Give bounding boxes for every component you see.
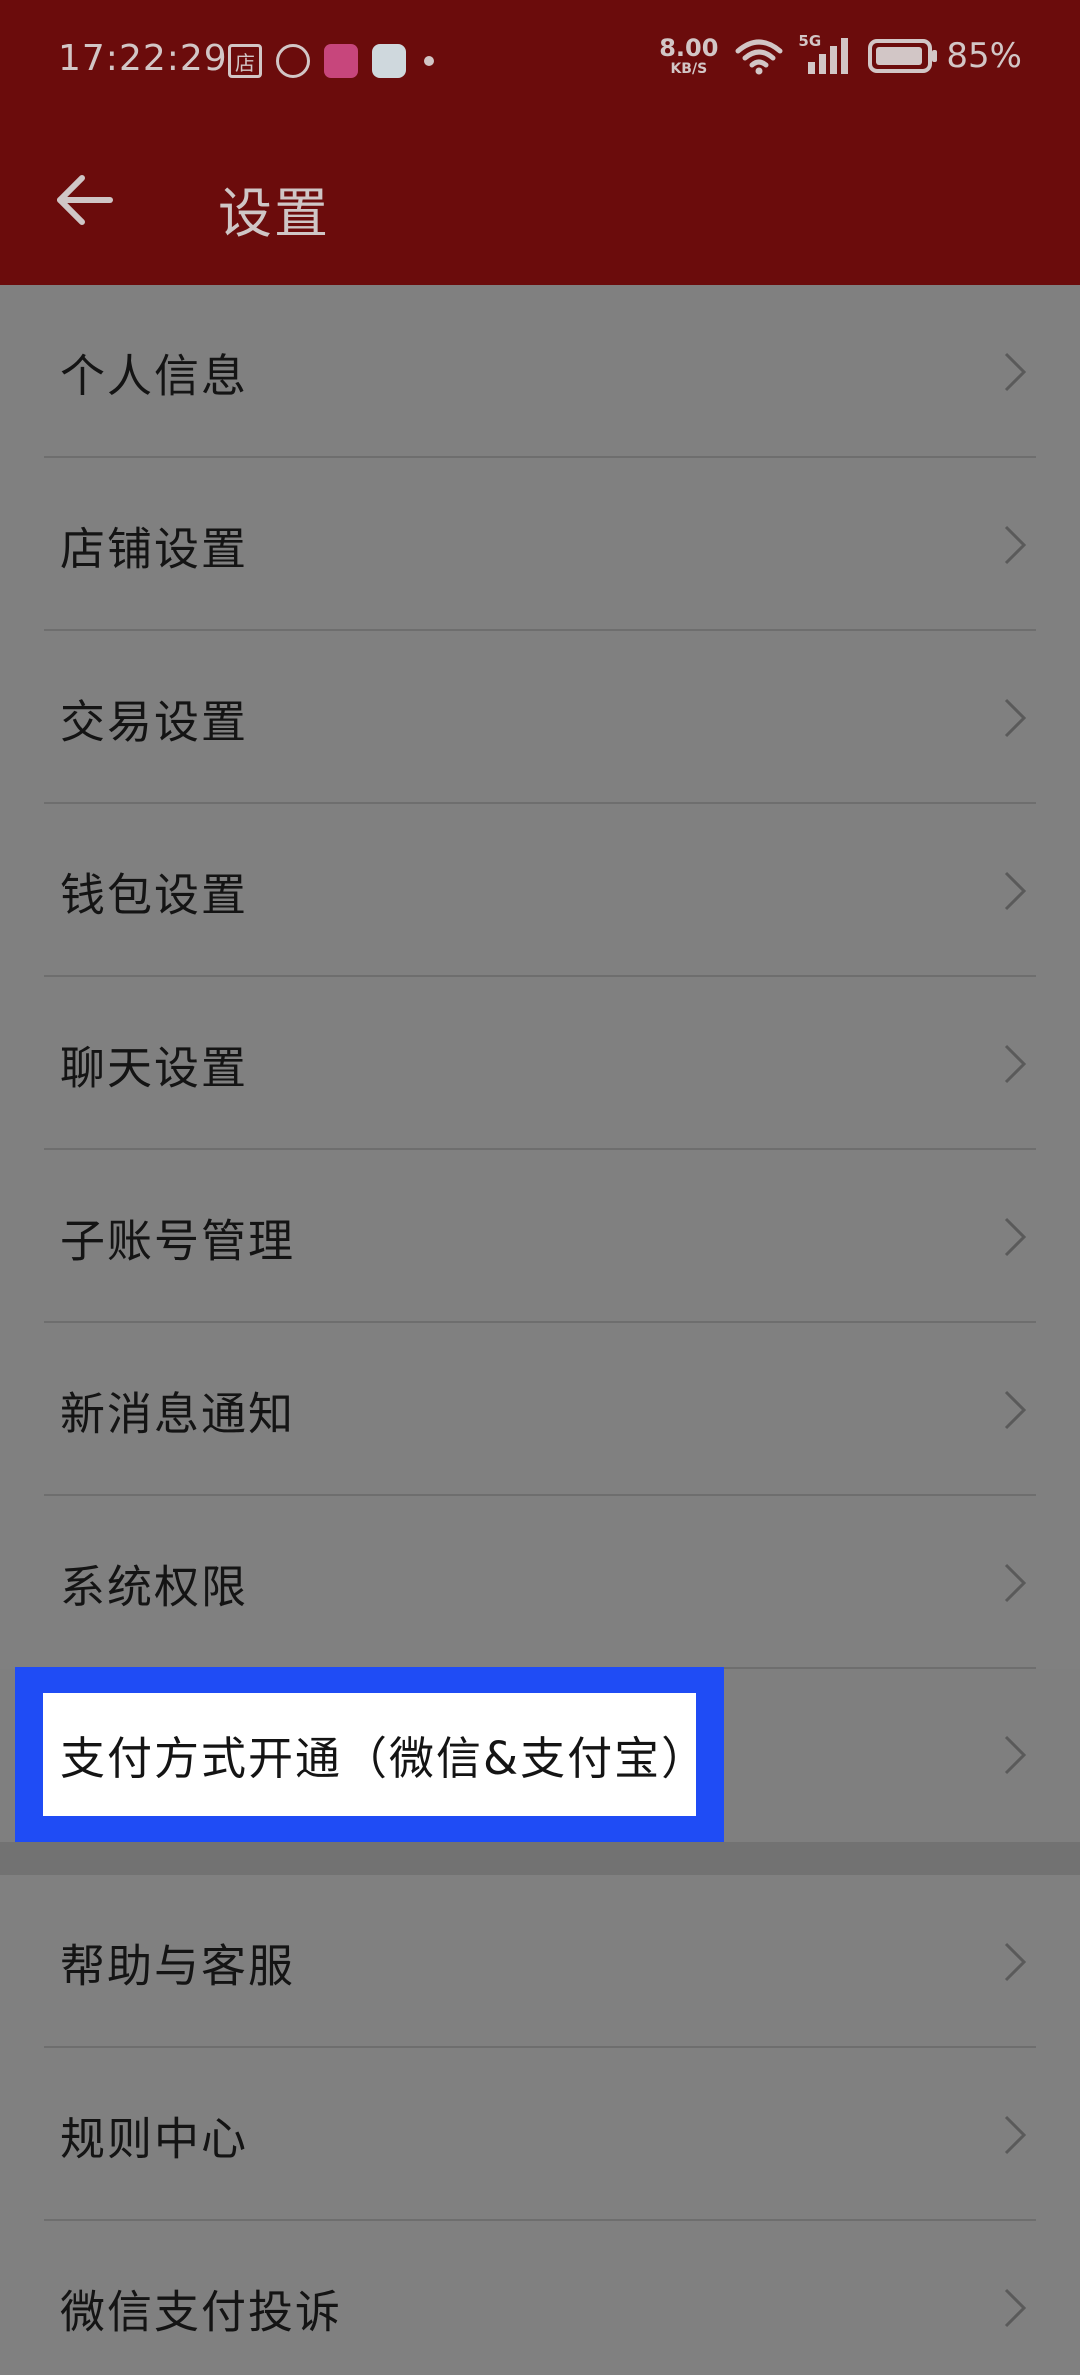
settings-item-shop-settings[interactable]: 店铺设置 xyxy=(0,458,1080,631)
settings-item-rules-center[interactable]: 规则中心 xyxy=(0,2048,1080,2221)
app-header: 设置 xyxy=(0,125,1080,285)
settings-item-label: 个人信息 xyxy=(60,349,249,402)
chevron-right-icon xyxy=(1004,1390,1027,1429)
chevron-right-icon xyxy=(1004,1942,1027,1981)
wifi-icon xyxy=(735,39,783,75)
settings-item-sub-accounts[interactable]: 子账号管理 xyxy=(0,1150,1080,1323)
clock-app-icon xyxy=(276,44,310,78)
settings-item-personal-info[interactable]: 个人信息 xyxy=(0,285,1080,458)
chevron-right-icon xyxy=(1004,525,1027,564)
status-bar: 17:22:29 店 8.00 KB/S 5G 85% xyxy=(0,0,1080,125)
settings-item-notifications[interactable]: 新消息通知 xyxy=(0,1323,1080,1496)
page-title: 设置 xyxy=(218,182,330,245)
battery-percent: 85% xyxy=(946,36,1022,76)
chat-app-icon xyxy=(372,44,406,78)
net-speed-unit: KB/S xyxy=(670,61,708,77)
settings-item-chat-settings[interactable]: 聊天设置 xyxy=(0,977,1080,1150)
settings-item-trade-settings[interactable]: 交易设置 xyxy=(0,631,1080,804)
settings-item-wechat-pay-complaints[interactable]: 微信支付投诉 xyxy=(0,2221,1080,2375)
settings-item-label: 子账号管理 xyxy=(60,1214,296,1267)
highlight-label-box: 支付方式开通（微信&支付宝） xyxy=(43,1693,706,1816)
net-speed-value: 8.00 xyxy=(659,34,719,62)
more-notifications-dot-icon xyxy=(424,56,434,66)
settings-item-label: 交易设置 xyxy=(60,695,249,748)
settings-item-label: 微信支付投诉 xyxy=(60,2285,343,2338)
settings-item-label: 店铺设置 xyxy=(60,522,249,575)
status-time: 17:22:29 xyxy=(58,38,228,79)
chevron-right-icon xyxy=(1004,698,1027,737)
status-indicators: 8.00 KB/S 5G 85% xyxy=(659,32,1022,76)
settings-item-system-permissions[interactable]: 系统权限 xyxy=(0,1496,1080,1669)
settings-item-wallet-settings[interactable]: 钱包设置 xyxy=(0,804,1080,977)
chevron-right-icon xyxy=(1004,1735,1027,1775)
status-app-icons: 店 xyxy=(228,44,434,78)
settings-item-label: 系统权限 xyxy=(60,1560,249,1613)
net-speed: 8.00 KB/S xyxy=(659,36,718,76)
signal-icon: 5G xyxy=(798,32,850,76)
settings-group-main: 个人信息 店铺设置 交易设置 钱包设置 聊天设置 子账号管理 新消息通知 系统权… xyxy=(0,285,1080,1669)
chevron-right-icon xyxy=(1004,1563,1027,1602)
settings-item-payment-activation[interactable]: 支付方式开通（微信&支付宝） xyxy=(15,1667,724,1842)
chevron-right-icon xyxy=(1004,1217,1027,1256)
arrow-left-icon[interactable] xyxy=(50,165,120,235)
settings-group-help: 帮助与客服 规则中心 微信支付投诉 xyxy=(0,1875,1080,2375)
chevron-right-icon xyxy=(1004,2288,1027,2327)
battery-icon xyxy=(868,39,938,73)
chevron-right-icon xyxy=(1004,1044,1027,1083)
chevron-right-icon xyxy=(1004,871,1027,910)
shop-app-icon: 店 xyxy=(228,44,262,78)
group-separator xyxy=(0,1842,1080,1875)
settings-item-help-support[interactable]: 帮助与客服 xyxy=(0,1875,1080,2048)
settings-item-label: 帮助与客服 xyxy=(60,1939,296,1992)
chevron-right-icon xyxy=(1004,2115,1027,2154)
pink-app-icon xyxy=(324,44,358,78)
chevron-right-icon xyxy=(1004,352,1027,391)
settings-item-label: 聊天设置 xyxy=(60,1041,249,1094)
settings-item-label: 规则中心 xyxy=(60,2112,249,2165)
settings-item-label: 新消息通知 xyxy=(60,1387,296,1440)
settings-item-label: 支付方式开通（微信&支付宝） xyxy=(60,1732,709,1785)
settings-item-label: 钱包设置 xyxy=(60,868,249,921)
settings-screen: 17:22:29 店 8.00 KB/S 5G 85% 设置 个人信息 店铺设置… xyxy=(0,0,1080,2375)
